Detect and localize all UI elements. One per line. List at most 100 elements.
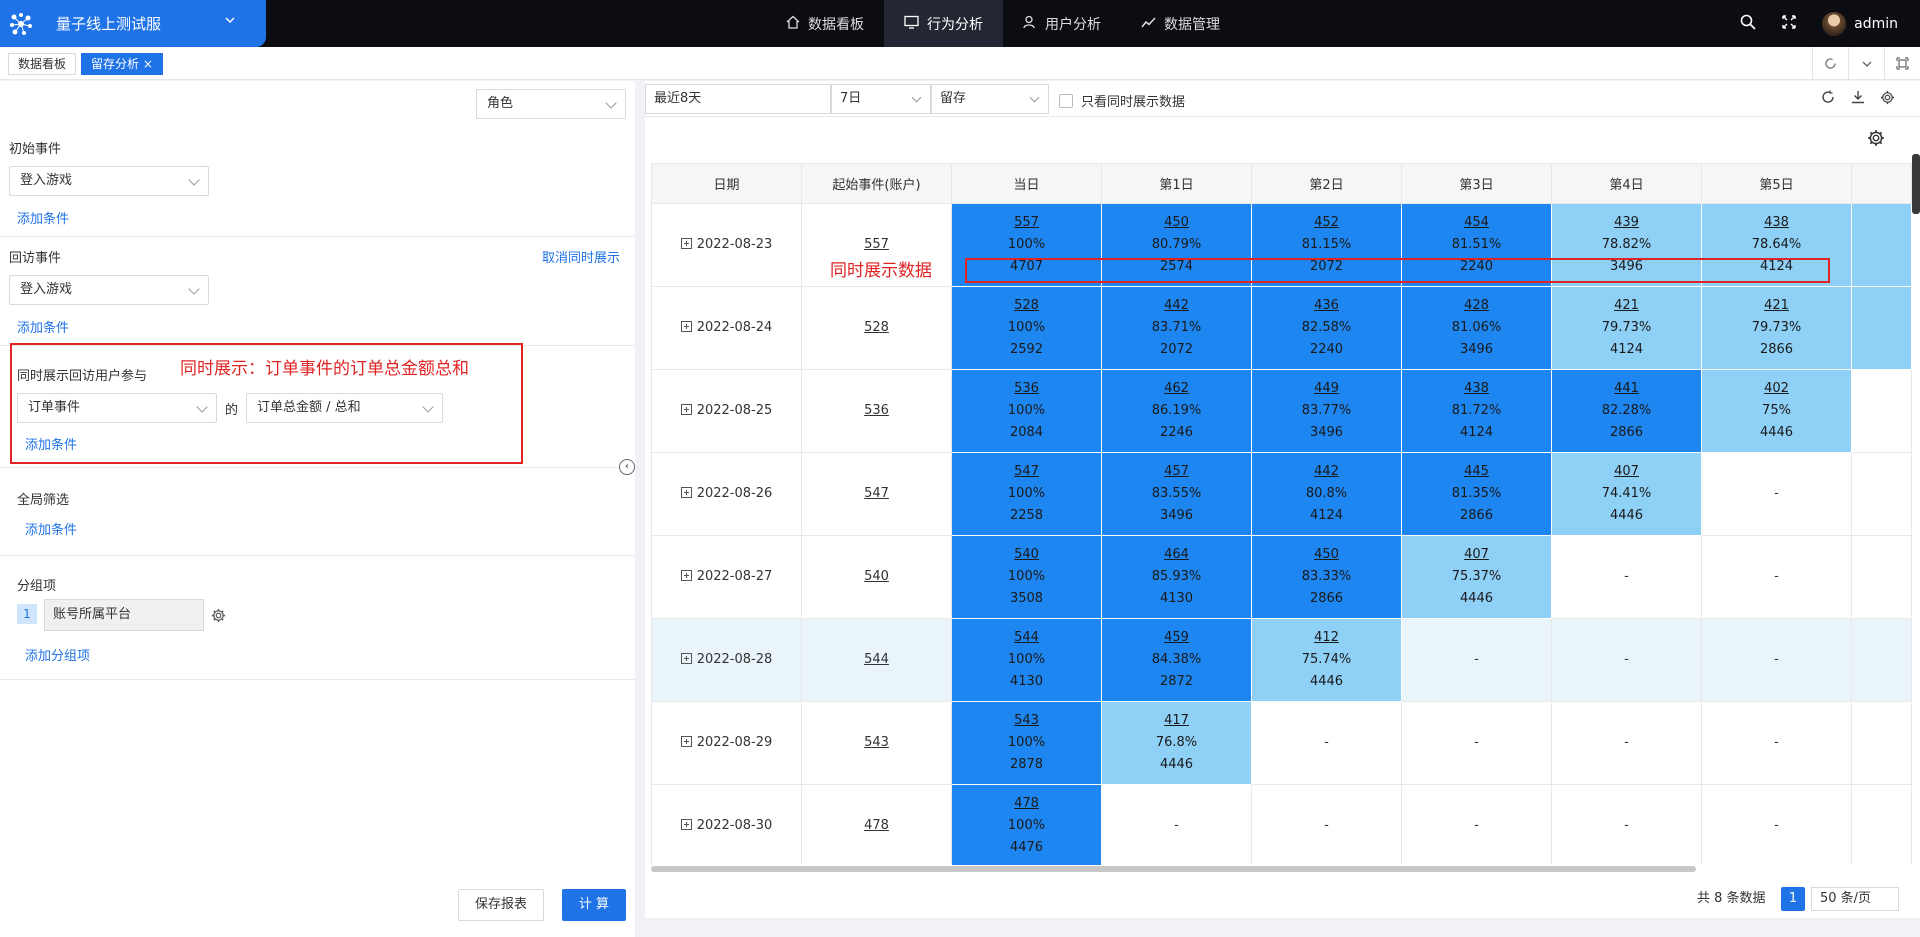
- retained-count-link[interactable]: 441: [1614, 381, 1639, 396]
- start-count-link[interactable]: 478: [864, 818, 889, 833]
- retention-cell[interactable]: 421 79.73% 2866: [1701, 286, 1852, 370]
- start-count-link[interactable]: 536: [864, 403, 889, 418]
- retained-count-link[interactable]: 417: [1164, 713, 1189, 728]
- retained-count-link[interactable]: 478: [1014, 796, 1039, 811]
- retention-cell[interactable]: 528 100% 2592: [951, 286, 1102, 370]
- table-settings-icon[interactable]: [1867, 129, 1885, 151]
- retention-cell[interactable]: 449 83.77% 3496: [1251, 369, 1402, 453]
- gear-icon[interactable]: [211, 608, 226, 627]
- side-handle[interactable]: [1912, 154, 1920, 214]
- retained-count-link[interactable]: 421: [1764, 298, 1789, 313]
- expand-row-icon[interactable]: [680, 653, 692, 664]
- retained-count-link[interactable]: 450: [1314, 547, 1339, 562]
- expand-icon[interactable]: [1884, 47, 1920, 80]
- retention-cell[interactable]: 478 100% 4476: [951, 784, 1102, 865]
- page-number[interactable]: 1: [1781, 887, 1805, 911]
- period-select[interactable]: 7日: [831, 84, 931, 114]
- retained-count-link[interactable]: 459: [1164, 630, 1189, 645]
- retention-cell[interactable]: 412 75.74% 4446: [1251, 618, 1402, 702]
- retained-count-link[interactable]: 402: [1764, 381, 1789, 396]
- save-report-button[interactable]: 保存报表: [458, 889, 544, 921]
- settings-icon[interactable]: [1880, 90, 1895, 109]
- retention-cell[interactable]: 407 75.37% 4446: [1401, 535, 1552, 619]
- retained-count-link[interactable]: 528: [1014, 298, 1039, 313]
- retained-count-link[interactable]: 452: [1314, 215, 1339, 230]
- retained-count-link[interactable]: 454: [1464, 215, 1489, 230]
- retention-cell[interactable]: 421 79.73% 4124: [1551, 286, 1702, 370]
- retained-count-link[interactable]: 543: [1014, 713, 1039, 728]
- retained-count-link[interactable]: 407: [1464, 547, 1489, 562]
- group-field[interactable]: 账号所属平台: [44, 599, 204, 631]
- retained-count-link[interactable]: 442: [1314, 464, 1339, 479]
- start-count-cell[interactable]: 528: [801, 286, 952, 370]
- initial-event-select[interactable]: 登入游戏: [9, 166, 209, 196]
- retention-cell[interactable]: 417 76.8% 4446: [1101, 701, 1252, 785]
- type-select[interactable]: 留存: [931, 84, 1049, 114]
- retained-count-link[interactable]: 462: [1164, 381, 1189, 396]
- retained-count-link[interactable]: 536: [1014, 381, 1039, 396]
- add-initial-condition-link[interactable]: 添加条件: [17, 208, 69, 227]
- retention-cell[interactable]: 407 74.41% 4446: [1551, 452, 1702, 536]
- retained-count-link[interactable]: 428: [1464, 298, 1489, 313]
- expand-row-icon[interactable]: [680, 487, 692, 498]
- start-count-cell[interactable]: 543: [801, 701, 952, 785]
- download-icon[interactable]: [1851, 90, 1865, 108]
- start-count-cell[interactable]: 547: [801, 452, 952, 536]
- nav-user-analysis[interactable]: 用户分析: [1003, 0, 1121, 47]
- retention-cell[interactable]: 459 84.38% 2872: [1101, 618, 1252, 702]
- start-count-link[interactable]: 557: [864, 237, 889, 252]
- retention-cell[interactable]: 428 81.06% 3496: [1401, 286, 1552, 370]
- retention-cell[interactable]: 462 86.19% 2246: [1101, 369, 1252, 453]
- collapse-panel-icon[interactable]: ‹: [619, 459, 635, 475]
- retained-count-link[interactable]: 445: [1464, 464, 1489, 479]
- nav-data-management[interactable]: 数据管理: [1121, 0, 1240, 47]
- refresh-icon[interactable]: [1812, 47, 1848, 80]
- start-count-link[interactable]: 544: [864, 652, 889, 667]
- add-group-link[interactable]: 添加分组项: [25, 645, 90, 664]
- start-count-cell[interactable]: 540: [801, 535, 952, 619]
- start-count-link[interactable]: 540: [864, 569, 889, 584]
- retention-cell[interactable]: 544 100% 4130: [951, 618, 1102, 702]
- retained-count-link[interactable]: 438: [1764, 215, 1789, 230]
- retained-count-link[interactable]: 421: [1614, 298, 1639, 313]
- retained-count-link[interactable]: 557: [1014, 215, 1039, 230]
- nav-dashboard[interactable]: 数据看板: [766, 0, 884, 47]
- retained-count-link[interactable]: 438: [1464, 381, 1489, 396]
- fullscreen-icon[interactable]: [1782, 14, 1796, 33]
- user-menu[interactable]: admin: [1822, 11, 1898, 36]
- retention-cell[interactable]: 457 83.55% 3496: [1101, 452, 1252, 536]
- search-icon[interactable]: [1740, 14, 1756, 34]
- expand-row-icon[interactable]: [680, 736, 692, 747]
- retained-count-link[interactable]: 544: [1014, 630, 1039, 645]
- page-size-select[interactable]: 50 条/页: [1811, 887, 1899, 911]
- retention-cell[interactable]: 402 75% 4446: [1701, 369, 1852, 453]
- retained-count-link[interactable]: 547: [1014, 464, 1039, 479]
- add-filter-condition-link[interactable]: 添加条件: [25, 519, 77, 538]
- retention-cell[interactable]: 442 80.8% 4124: [1251, 452, 1402, 536]
- start-count-cell[interactable]: 478: [801, 784, 952, 865]
- return-event-select[interactable]: 登入游戏: [9, 275, 209, 305]
- retention-cell[interactable]: 464 85.93% 4130: [1101, 535, 1252, 619]
- retention-cell[interactable]: 445 81.35% 2866: [1401, 452, 1552, 536]
- start-count-cell[interactable]: 544: [801, 618, 952, 702]
- date-range-picker[interactable]: 最近8天: [645, 84, 831, 114]
- retained-count-link[interactable]: 450: [1164, 215, 1189, 230]
- expand-row-icon[interactable]: [680, 238, 692, 249]
- retained-count-link[interactable]: 449: [1314, 381, 1339, 396]
- retained-count-link[interactable]: 412: [1314, 630, 1339, 645]
- retention-cell[interactable]: 536 100% 2084: [951, 369, 1102, 453]
- retained-count-link[interactable]: 439: [1614, 215, 1639, 230]
- retained-count-link[interactable]: 407: [1614, 464, 1639, 479]
- retained-count-link[interactable]: 457: [1164, 464, 1189, 479]
- expand-row-icon[interactable]: [680, 819, 692, 830]
- tab-retention-analysis[interactable]: 留存分析 ×: [81, 53, 163, 75]
- chevron-down-icon[interactable]: [1848, 47, 1884, 80]
- retention-cell[interactable]: 547 100% 2258: [951, 452, 1102, 536]
- nav-behavior-analysis[interactable]: 行为分析: [884, 0, 1003, 47]
- start-count-cell[interactable]: 536: [801, 369, 952, 453]
- project-switcher[interactable]: 量子线上测试服: [0, 0, 266, 47]
- retained-count-link[interactable]: 464: [1164, 547, 1189, 562]
- start-count-link[interactable]: 528: [864, 320, 889, 335]
- refresh-icon[interactable]: [1821, 90, 1835, 108]
- retention-cell[interactable]: 442 83.71% 2072: [1101, 286, 1252, 370]
